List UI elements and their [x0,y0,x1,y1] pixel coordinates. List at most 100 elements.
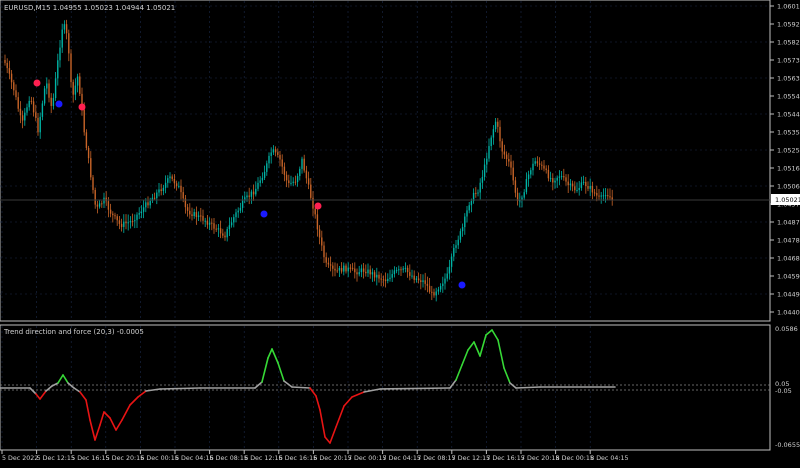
candle-body [389,277,391,279]
time-tick-label: 7 Dec 00:15 [348,455,386,462]
candle-body [455,245,457,248]
candle-body [492,129,495,138]
candle-body [116,216,118,221]
candle-body [202,215,204,221]
price-tick-label: 1.04400 [777,309,800,317]
candle-body [391,274,393,278]
chart-canvas[interactable]: EURUSD,M15 1.04955 1.05023 1.04944 1.050… [0,0,800,464]
candle-body [92,177,94,190]
candle-body [241,200,244,208]
candle-body [21,115,24,121]
indicator-pane[interactable] [0,324,771,451]
candle-body [340,268,343,272]
candle-body [582,181,585,183]
candle-body [281,159,283,167]
indicator-level-down-label: -0.05 [775,387,792,395]
candle-body [384,279,387,282]
candle-body [543,165,545,169]
candle-body [250,191,253,197]
time-axis[interactable]: 5 Dec 20225 Dec 12:155 Dec 16:155 Dec 20… [1,450,629,462]
candle-body [206,220,209,225]
candle-body [406,267,409,273]
candle-body [483,164,486,177]
candle-body [545,168,547,170]
candle-body [505,154,508,160]
candle-body [327,262,330,265]
candle-body [552,178,554,183]
price-axis[interactable]: 1.06015 1.05920 1.05825 1.05730 1.05635 1.055… [770,3,800,317]
sell-signal-marker[interactable] [33,79,41,87]
price-tick-label: 1.05540 [777,93,800,101]
candle-body [439,286,442,290]
candle-body [48,83,50,98]
candle-body [334,268,336,271]
candle-body [37,117,39,133]
candle-body [173,178,176,184]
candle-body [351,267,354,269]
candle-body [285,174,288,181]
candle-body [74,85,77,95]
candle-body [464,216,466,228]
candle-body [417,278,420,281]
candle-body [52,98,55,106]
time-tick-label: 7 Dec 04:15 [383,455,421,462]
candle-body [358,272,360,275]
candle-body [481,176,484,183]
candle-body [402,268,404,270]
candle-body [35,112,37,118]
terminal-chart-window: EURUSD,M15 1.04955 1.05023 1.04944 1.050… [0,0,800,464]
candle-body [145,202,147,208]
candle-body [274,149,277,153]
price-tick-label: 1.05255 [777,147,800,155]
time-tick-label: 6 Dec 16:15 [279,455,317,462]
candle-body [563,176,565,178]
candle-body [461,227,464,232]
candle-body [239,207,242,211]
candle-body [468,205,470,211]
candle-body [470,201,473,206]
indicator-title: Trend direction and force (20,3) -0.0005 [3,328,144,336]
candle-body [158,189,160,193]
buy-signal-marker[interactable] [55,100,63,108]
candle-body [442,283,444,287]
candle-body [323,245,325,258]
candle-body [252,191,255,195]
candle-body [446,273,448,279]
candle-body [354,268,356,273]
candle-body [90,158,92,178]
time-tick-label: 5 Dec 16:15 [71,455,109,462]
buy-signal-marker[interactable] [260,210,268,218]
candle-body [279,154,281,160]
candle-body [567,181,569,186]
candle-body [371,272,374,275]
time-tick-label: 5 Dec 2022 [2,455,38,462]
candle-body [415,278,418,280]
buy-signal-marker[interactable] [458,281,466,289]
candle-body [585,181,587,186]
sell-signal-marker[interactable] [314,202,322,210]
candle-body [428,285,431,292]
current-price-label: 1.05021 [775,196,800,204]
candle-body [68,33,70,54]
candle-body [272,149,275,153]
price-tick-label: 1.04590 [777,273,800,281]
candle-body [215,228,217,230]
candle-body [222,233,224,236]
candle-body [499,126,501,142]
time-tick-label: 6 Dec 20:15 [313,455,351,462]
candle-body [193,212,195,217]
candle-body [609,196,611,198]
candle-body [554,180,556,183]
candle-body [19,108,22,116]
price-tick-label: 1.04685 [777,255,800,263]
candle-body [211,222,213,224]
candle-body [98,203,101,207]
candle-body [54,78,57,99]
candle-body [296,176,299,183]
price-pane[interactable] [0,0,771,322]
sell-signal-marker[interactable] [78,103,86,111]
candle-body [189,210,191,215]
candle-body [365,271,367,274]
candle-body [226,229,228,238]
candle-body [404,267,407,269]
